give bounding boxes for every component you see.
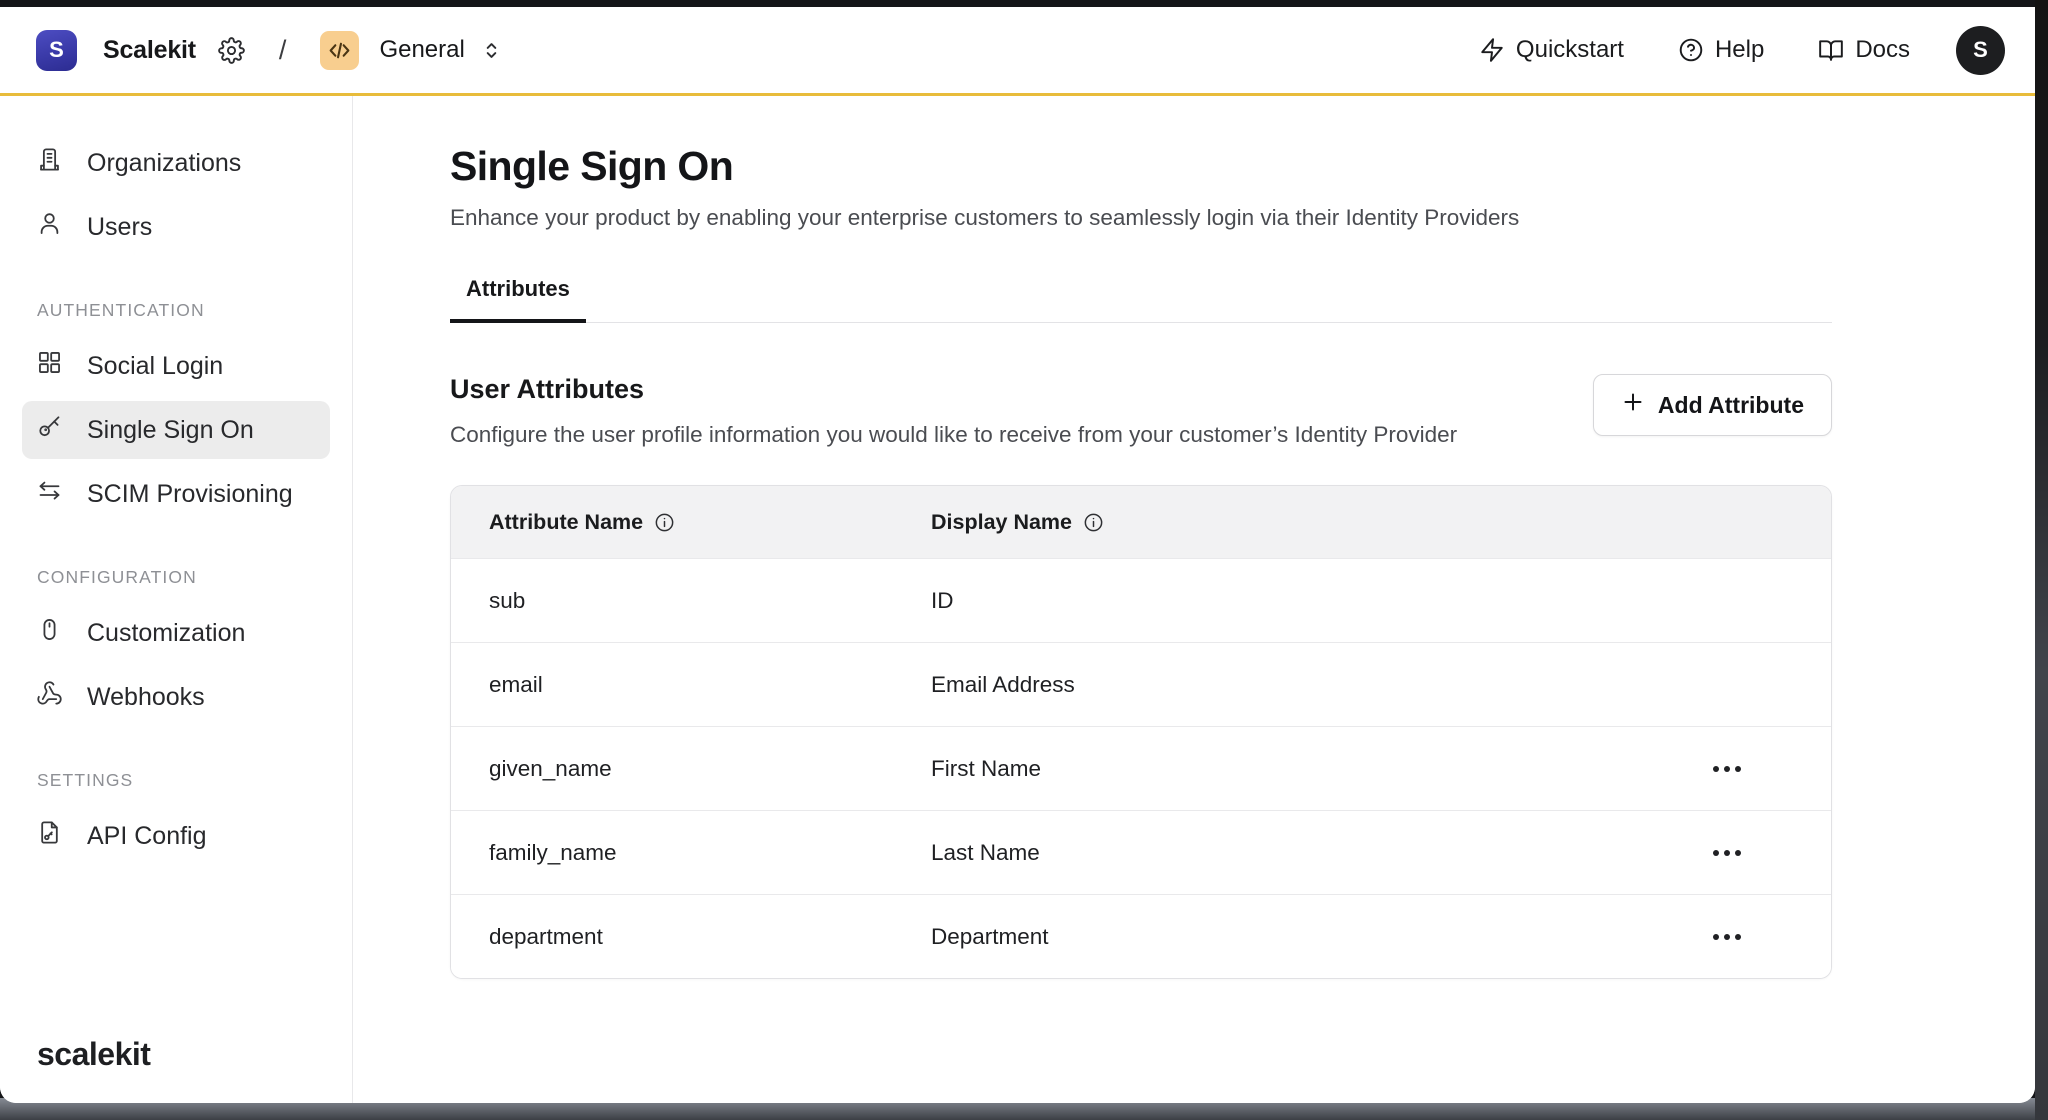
sidebar-item-label: Single Sign On bbox=[87, 416, 254, 445]
file-key-icon bbox=[36, 819, 63, 853]
environment-code-icon[interactable] bbox=[320, 31, 359, 70]
screen: S Scalekit / General Quickstart bbox=[0, 0, 2048, 1120]
column-label: Attribute Name bbox=[489, 510, 643, 535]
grid-icon bbox=[36, 349, 63, 383]
sidebar-item-customization[interactable]: Customization bbox=[22, 604, 330, 662]
book-icon bbox=[1818, 37, 1844, 63]
column-label: Display Name bbox=[931, 510, 1072, 535]
table-row: family_name Last Name bbox=[451, 810, 1831, 894]
sidebar-item-label: Users bbox=[87, 213, 152, 242]
logo-letter: S bbox=[49, 37, 64, 63]
section-heading: User Attributes bbox=[450, 374, 1457, 405]
help-circle-icon bbox=[1678, 37, 1704, 63]
display-name-cell: Last Name bbox=[931, 840, 1703, 866]
key-icon bbox=[36, 413, 63, 447]
sidebar-item-label: SCIM Provisioning bbox=[87, 480, 293, 509]
info-icon[interactable] bbox=[654, 512, 675, 533]
table-row: department Department bbox=[451, 894, 1831, 978]
window-right-edge bbox=[2035, 0, 2048, 1120]
section-description: Configure the user profile information y… bbox=[450, 422, 1457, 448]
environment-selector-icon[interactable] bbox=[480, 39, 503, 62]
sidebar-item-label: Customization bbox=[87, 619, 245, 648]
sidebar-item-label: Organizations bbox=[87, 149, 241, 178]
scalekit-wordmark: scalekit bbox=[37, 1036, 150, 1073]
row-menu-ellipsis-icon[interactable] bbox=[1703, 840, 1751, 866]
sidebar-item-scim-provisioning[interactable]: SCIM Provisioning bbox=[22, 465, 330, 523]
mouse-icon bbox=[36, 616, 63, 650]
sidebar-item-social-login[interactable]: Social Login bbox=[22, 337, 330, 395]
sidebar-item-api-config[interactable]: API Config bbox=[22, 807, 330, 865]
avatar-letter: S bbox=[1973, 37, 1988, 63]
attribute-name-cell: family_name bbox=[451, 840, 931, 866]
sidebar-item-users[interactable]: Users bbox=[22, 198, 330, 256]
attribute-name-cell: department bbox=[451, 924, 931, 950]
sidebar-section-configuration: CONFIGURATION bbox=[37, 567, 315, 588]
docs-button[interactable]: Docs bbox=[1818, 36, 1910, 64]
page-subtitle: Enhance your product by enabling your en… bbox=[450, 205, 2035, 231]
table-row: given_name First Name bbox=[451, 726, 1831, 810]
sidebar-item-organizations[interactable]: Organizations bbox=[22, 134, 330, 192]
attribute-name-cell: given_name bbox=[451, 756, 931, 782]
display-name-cell: Email Address bbox=[931, 672, 1703, 698]
main-content: Single Sign On Enhance your product by e… bbox=[353, 96, 2035, 1103]
app-window: S Scalekit / General Quickstart bbox=[0, 7, 2035, 1103]
attributes-table: Attribute Name Display Name bbox=[450, 485, 1832, 979]
display-name-cell: First Name bbox=[931, 756, 1703, 782]
attribute-name-cell: email bbox=[451, 672, 931, 698]
column-header-display-name: Display Name bbox=[931, 510, 1703, 535]
header-nav: Quickstart Help Docs S bbox=[1425, 26, 2005, 75]
display-name-cell: ID bbox=[931, 588, 1703, 614]
table-row: email Email Address bbox=[451, 642, 1831, 726]
page-title: Single Sign On bbox=[450, 143, 2035, 190]
docs-label: Docs bbox=[1855, 36, 1910, 64]
building-icon bbox=[36, 146, 63, 180]
info-icon[interactable] bbox=[1083, 512, 1104, 533]
row-menu-ellipsis-icon[interactable] bbox=[1703, 924, 1751, 950]
brand-name: Scalekit bbox=[103, 36, 196, 65]
user-attributes-section-header: User Attributes Configure the user profi… bbox=[450, 374, 1832, 448]
sidebar-item-webhooks[interactable]: Webhooks bbox=[22, 668, 330, 726]
help-button[interactable]: Help bbox=[1678, 36, 1764, 64]
user-icon bbox=[36, 210, 63, 244]
help-label: Help bbox=[1715, 36, 1764, 64]
row-menu-ellipsis-icon[interactable] bbox=[1703, 756, 1751, 782]
display-name-cell: Department bbox=[931, 924, 1703, 950]
sidebar-item-single-sign-on[interactable]: Single Sign On bbox=[22, 401, 330, 459]
environment-name[interactable]: General bbox=[379, 36, 464, 64]
sidebar-item-label: API Config bbox=[87, 822, 207, 851]
sidebar-section-settings: SETTINGS bbox=[37, 770, 315, 791]
add-attribute-label: Add Attribute bbox=[1658, 392, 1804, 419]
table-header-row: Attribute Name Display Name bbox=[451, 486, 1831, 558]
scalekit-logo[interactable]: S bbox=[36, 30, 77, 71]
lightning-icon bbox=[1479, 37, 1505, 63]
quickstart-label: Quickstart bbox=[1516, 36, 1624, 64]
sidebar-item-label: Webhooks bbox=[87, 683, 205, 712]
column-header-attribute-name: Attribute Name bbox=[451, 510, 931, 535]
tab-attributes[interactable]: Attributes bbox=[450, 276, 586, 323]
breadcrumb-separator: / bbox=[279, 35, 287, 66]
top-header: S Scalekit / General Quickstart bbox=[0, 7, 2035, 96]
sidebar-section-authentication: AUTHENTICATION bbox=[37, 300, 315, 321]
quickstart-button[interactable]: Quickstart bbox=[1479, 36, 1624, 64]
tab-bar: Attributes bbox=[450, 276, 1832, 323]
sidebar: Organizations Users AUTHENTICATION Socia… bbox=[0, 96, 353, 1103]
add-attribute-button[interactable]: Add Attribute bbox=[1593, 374, 1832, 436]
plus-icon bbox=[1621, 390, 1645, 420]
swap-arrows-icon bbox=[36, 477, 63, 511]
workspace-settings-gear-icon[interactable] bbox=[218, 37, 245, 64]
webhook-icon bbox=[36, 680, 63, 714]
user-avatar[interactable]: S bbox=[1956, 26, 2005, 75]
sidebar-item-label: Social Login bbox=[87, 352, 223, 381]
table-row: sub ID bbox=[451, 558, 1831, 642]
attribute-name-cell: sub bbox=[451, 588, 931, 614]
